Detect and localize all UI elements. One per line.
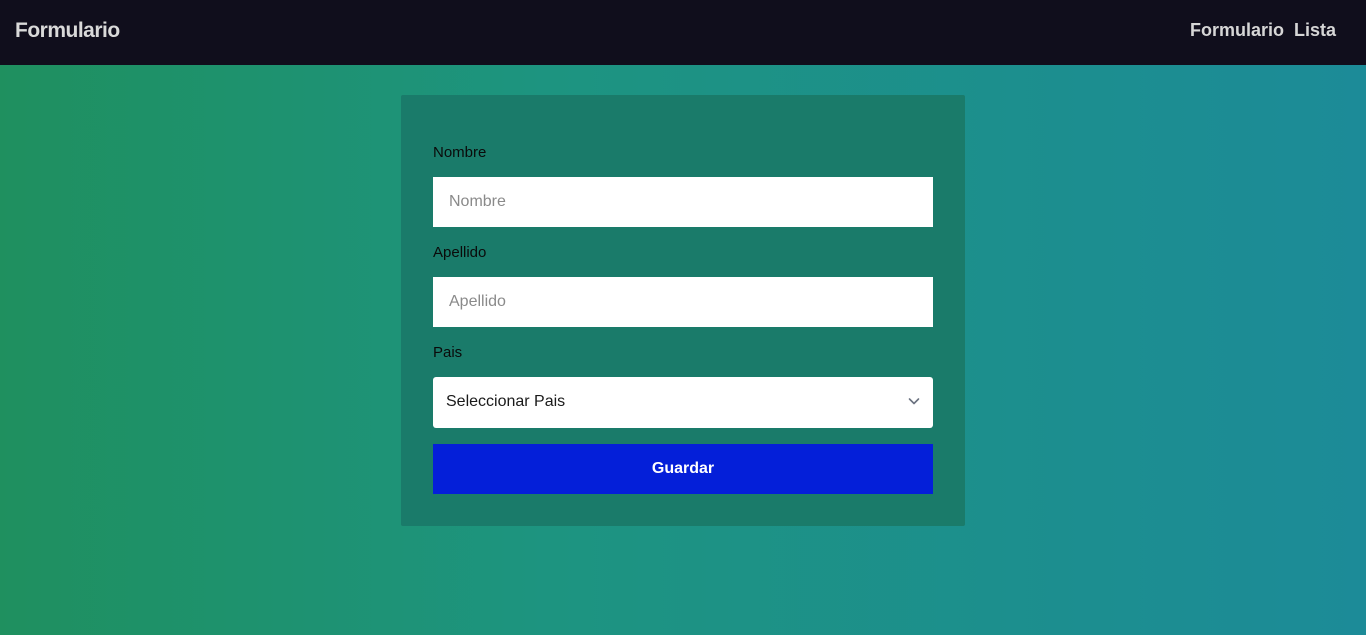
- nombre-label: Nombre: [433, 144, 487, 161]
- pais-select-value: Seleccionar Pais: [446, 393, 566, 410]
- chevron-down-icon: [908, 398, 920, 405]
- nav-links: Formulario Lista: [1190, 20, 1336, 41]
- brand-link[interactable]: Formulario: [15, 19, 120, 43]
- apellido-input[interactable]: [433, 277, 933, 327]
- pais-select[interactable]: Seleccionar Pais: [433, 377, 933, 428]
- nombre-input[interactable]: [433, 177, 933, 227]
- form-card: Nombre Apellido Pais Seleccionar Pais Gu…: [401, 95, 965, 526]
- nav-link-lista[interactable]: Lista: [1294, 20, 1336, 41]
- apellido-label: Apellido: [433, 244, 487, 261]
- save-button[interactable]: Guardar: [433, 444, 933, 494]
- navbar: Formulario Formulario Lista: [0, 0, 1366, 65]
- pais-label: Pais: [433, 344, 463, 361]
- nav-link-formulario[interactable]: Formulario: [1190, 20, 1284, 41]
